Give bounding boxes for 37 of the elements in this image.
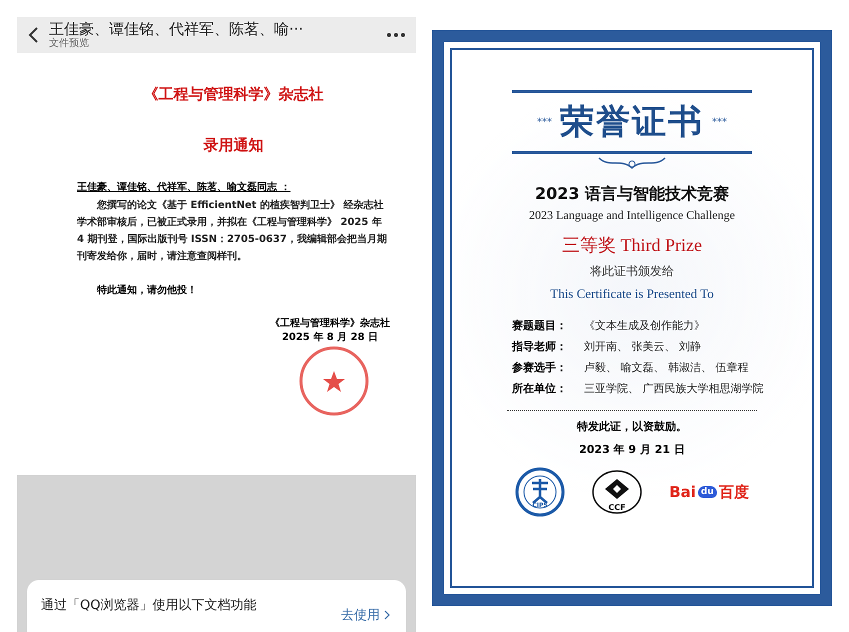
closing-text: 特发此证，以资鼓励。 — [577, 419, 687, 434]
salutation-text: 王佳豪、谭佳铭、代祥军、陈茗、喻文磊同志 ： — [77, 181, 292, 195]
file-subtitle: 文件预览 — [49, 38, 90, 50]
signature-text: 《工程与管理科学》杂志社 — [270, 317, 390, 331]
field-label: 所在单位： — [512, 381, 568, 396]
banner-text: 通过「QQ浏览器」使用以下文档功能 — [41, 597, 258, 614]
ornament-stars: *** — [537, 116, 552, 128]
field-value: 三亚学院、 广西民族大学相思湖学院 — [584, 381, 764, 396]
society-emblem-logo: CCF — [591, 469, 644, 515]
field-label: 指导老师： — [512, 339, 568, 354]
field-label: 赛题题目： — [512, 318, 568, 333]
file-title: 王佳豪、谭佳铭、代祥军、陈茗、喻··· — [49, 20, 304, 38]
stamp-drawing — [298, 345, 370, 417]
back-icon[interactable] — [27, 26, 39, 44]
field-value: 卢毅、 喻文磊、 韩淑洁、 伍章程 — [584, 360, 748, 375]
field-value: 《文本生成及创作能力》 — [584, 318, 705, 333]
logo-wordmark: 百度 — [718, 482, 749, 502]
go-use-button[interactable]: 去使用 — [341, 606, 390, 624]
closing-text: 特此通知，请勿他投！ — [96, 284, 198, 297]
publisher-heading: 《工程与管理科学》杂志社 — [144, 85, 324, 104]
certificate-title: 荣誉证书 — [560, 101, 704, 144]
chevron-right-icon — [384, 610, 390, 620]
field-value: 刘开南、 张美云、 刘静 — [584, 339, 701, 354]
presented-text: 将此证书颁发给 — [590, 263, 674, 280]
notice-paragraph: 您撰写的论文《基于 EfficientNet 的植疾智判卫士》 经杂志社学术部审核后，已被正式录用，并拟在《工程与管理科学》 2025 年 4 期刊登，国际出版刊号 ISSN：2705-0637，我编辑部会把当月期刊寄发给你，届时，请注意查阅样刊。 — [77, 198, 388, 264]
contest-name-english: 2023 Language and Intelligence Challenge — [529, 208, 735, 223]
paw-logo-icon: du — [698, 486, 717, 498]
date-text: 2023 年 9 月 21 日 — [579, 442, 685, 457]
contest-name: 2023 语言与智能技术竞赛 — [534, 184, 730, 205]
date-text: 2025 年 8 月 28 日 — [282, 331, 378, 345]
more-icon[interactable] — [386, 32, 406, 38]
field-label: 参赛选手： — [512, 360, 568, 375]
presented-text-english: This Certificate is Presented To — [550, 286, 714, 302]
notice-heading: 录用通知 — [204, 136, 264, 155]
prize-title: 三等奖 Third Prize — [562, 234, 702, 257]
ornament-stars: *** — [712, 116, 727, 128]
logo-wordmark: Bai — [669, 483, 696, 501]
